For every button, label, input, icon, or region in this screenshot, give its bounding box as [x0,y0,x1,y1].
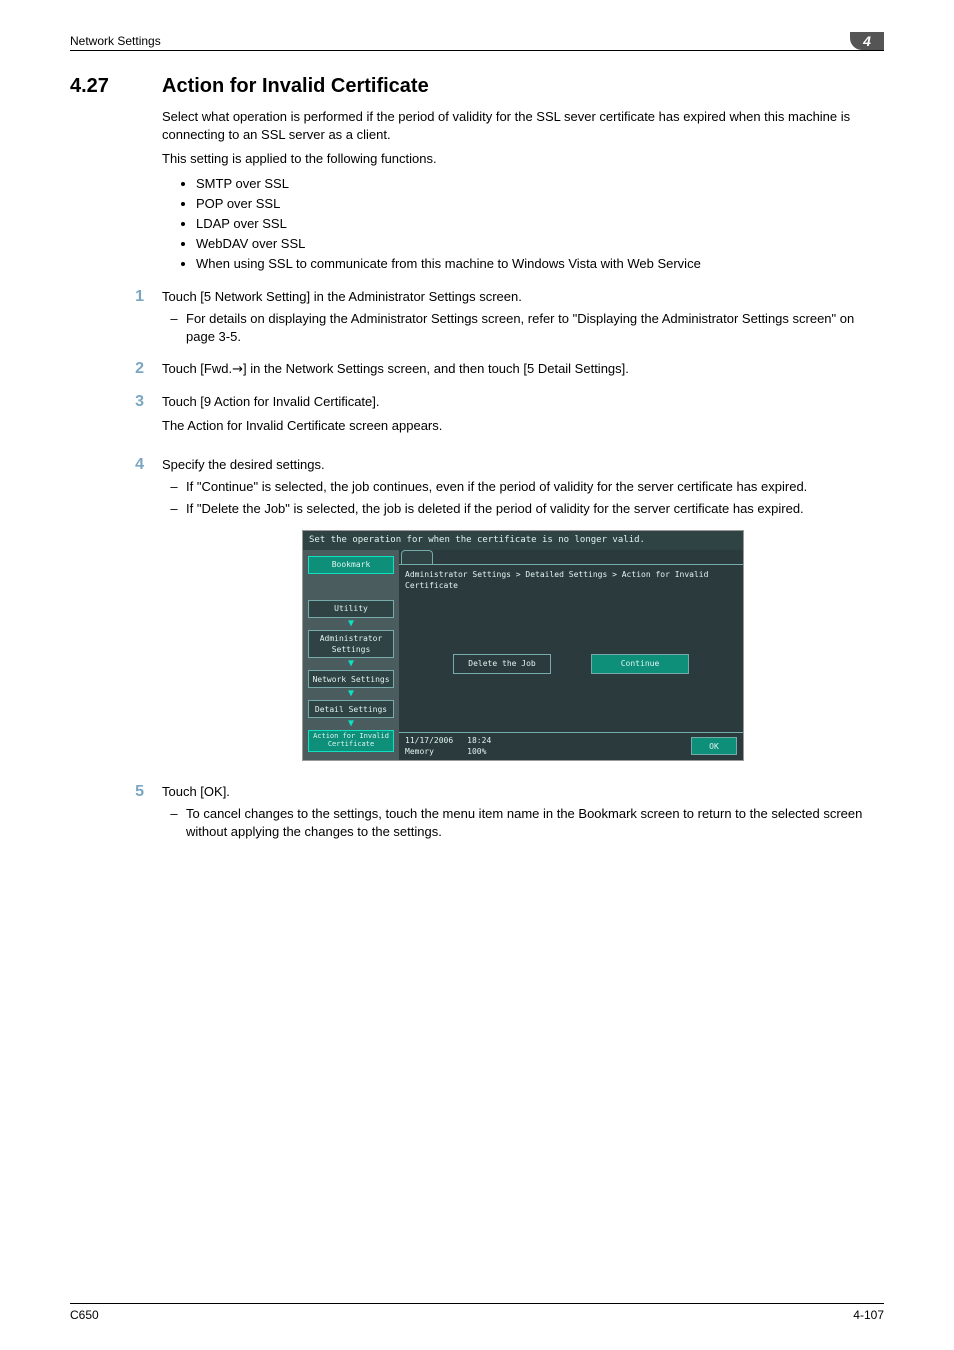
step-sub-text: If "Delete the Job" is selected, the job… [186,500,884,518]
ok-button[interactable]: OK [691,737,737,755]
step-sub-text: To cancel changes to the settings, touch… [186,805,884,841]
step-text: Touch [5 Network Setting] in the Adminis… [162,289,522,304]
list-item: WebDAV over SSL [196,235,884,253]
dash-icon: – [162,478,186,496]
status-memory-label: Memory [405,746,453,757]
list-item: POP over SSL [196,195,884,213]
step-body: Touch [OK]. – To cancel changes to the s… [162,783,884,842]
screenshot-top-text: Set the operation for when the certifica… [309,534,645,547]
status-date: 11/17/2006 Memory [405,735,453,757]
sidebar-item-network-settings[interactable]: Network Settings [308,670,394,688]
arrow-right-icon: → [232,362,243,377]
step-sub-text: If "Continue" is selected, the job conti… [186,478,884,496]
delete-job-button[interactable]: Delete the Job [453,654,551,674]
arrow-down-icon: ▼ [348,620,354,628]
section-title: Action for Invalid Certificate [162,75,429,98]
footer-page-number: 4-107 [853,1308,884,1322]
section-heading: 4.27 Action for Invalid Certificate [70,75,884,98]
intro-paragraph: Select what operation is performed if th… [162,108,884,144]
status-date-value: 11/17/2006 [405,735,453,746]
step-body: Touch [9 Action for Invalid Certificate]… [162,393,884,441]
status-time: 18:24 100% [467,735,491,757]
step-sub: – To cancel changes to the settings, tou… [162,805,884,841]
step-sub: – For details on displaying the Administ… [162,310,884,346]
dash-icon: – [162,310,186,346]
sidebar-item-detail-settings[interactable]: Detail Settings [308,700,394,718]
device-screenshot: Set the operation for when the certifica… [302,530,744,760]
bookmark-button[interactable]: Bookmark [308,556,394,574]
sidebar-item-utility[interactable]: Utility [308,600,394,618]
step-4: 4 Specify the desired settings. – If "Co… [70,456,884,769]
step-sub: – If "Continue" is selected, the job con… [162,478,884,496]
step-number: 2 [70,360,144,379]
step-number: 3 [70,393,144,441]
dash-icon: – [162,805,186,841]
breadcrumb: Administrator Settings > Detailed Settin… [399,565,743,595]
section-number: 4.27 [70,75,128,98]
arrow-down-icon: ▼ [348,660,354,668]
step-3: 3 Touch [9 Action for Invalid Certificat… [70,393,884,441]
page-header: Network Settings 4 [70,32,884,51]
step-body: Specify the desired settings. – If "Cont… [162,456,884,769]
status-time-value: 18:24 [467,735,491,746]
screenshot-body: Bookmark Utility ▼ Administrator Setting… [303,550,743,760]
sidebar-item-admin-settings[interactable]: Administrator Settings [308,630,394,658]
step-after-text: The Action for Invalid Certificate scree… [162,417,884,435]
step-text: Specify the desired settings. [162,457,325,472]
step-body: Touch [Fwd.→] in the Network Settings sc… [162,360,884,379]
screenshot-main: Administrator Settings > Detailed Settin… [399,550,743,760]
continue-button[interactable]: Continue [591,654,689,674]
intro-paragraph: This setting is applied to the following… [162,150,884,168]
page: Network Settings 4 4.27 Action for Inval… [0,0,954,1350]
step-1: 1 Touch [5 Network Setting] in the Admin… [70,288,884,347]
screenshot-statusbar: 11/17/2006 Memory 18:24 100% OK [399,732,743,759]
screenshot-choice-area: Delete the Job Continue [399,595,743,732]
screenshot-topbar: Set the operation for when the certifica… [303,531,743,550]
chapter-number-tab: 4 [850,32,884,50]
screenshot-tabrow [399,550,743,565]
step-sub-text: For details on displaying the Administra… [186,310,884,346]
screenshot-sidebar: Bookmark Utility ▼ Administrator Setting… [303,550,399,760]
running-head: Network Settings [70,34,850,48]
list-item: LDAP over SSL [196,215,884,233]
step-sub: – If "Delete the Job" is selected, the j… [162,500,884,518]
status-memory-value: 100% [467,746,491,757]
step-text-post: ] in the Network Settings screen, and th… [243,361,629,376]
step-number: 4 [70,456,144,769]
list-item: When using SSL to communicate from this … [196,255,884,273]
intro-block: Select what operation is performed if th… [162,108,884,274]
step-2: 2 Touch [Fwd.→] in the Network Settings … [70,360,884,379]
sidebar-item-action-invalid-cert[interactable]: Action for Invalid Certificate [308,730,394,751]
footer-model: C650 [70,1308,99,1322]
step-number: 1 [70,288,144,347]
arrow-down-icon: ▼ [348,690,354,698]
step-text-pre: Touch [Fwd. [162,361,232,376]
page-footer: C650 4-107 [70,1303,884,1322]
arrow-down-icon: ▼ [348,720,354,728]
step-text: Touch [OK]. [162,784,230,799]
step-body: Touch [5 Network Setting] in the Adminis… [162,288,884,347]
step-number: 5 [70,783,144,842]
function-list: SMTP over SSL POP over SSL LDAP over SSL… [162,175,884,274]
dash-icon: – [162,500,186,518]
list-item: SMTP over SSL [196,175,884,193]
step-5: 5 Touch [OK]. – To cancel changes to the… [70,783,884,842]
step-text: Touch [9 Action for Invalid Certificate]… [162,394,380,409]
